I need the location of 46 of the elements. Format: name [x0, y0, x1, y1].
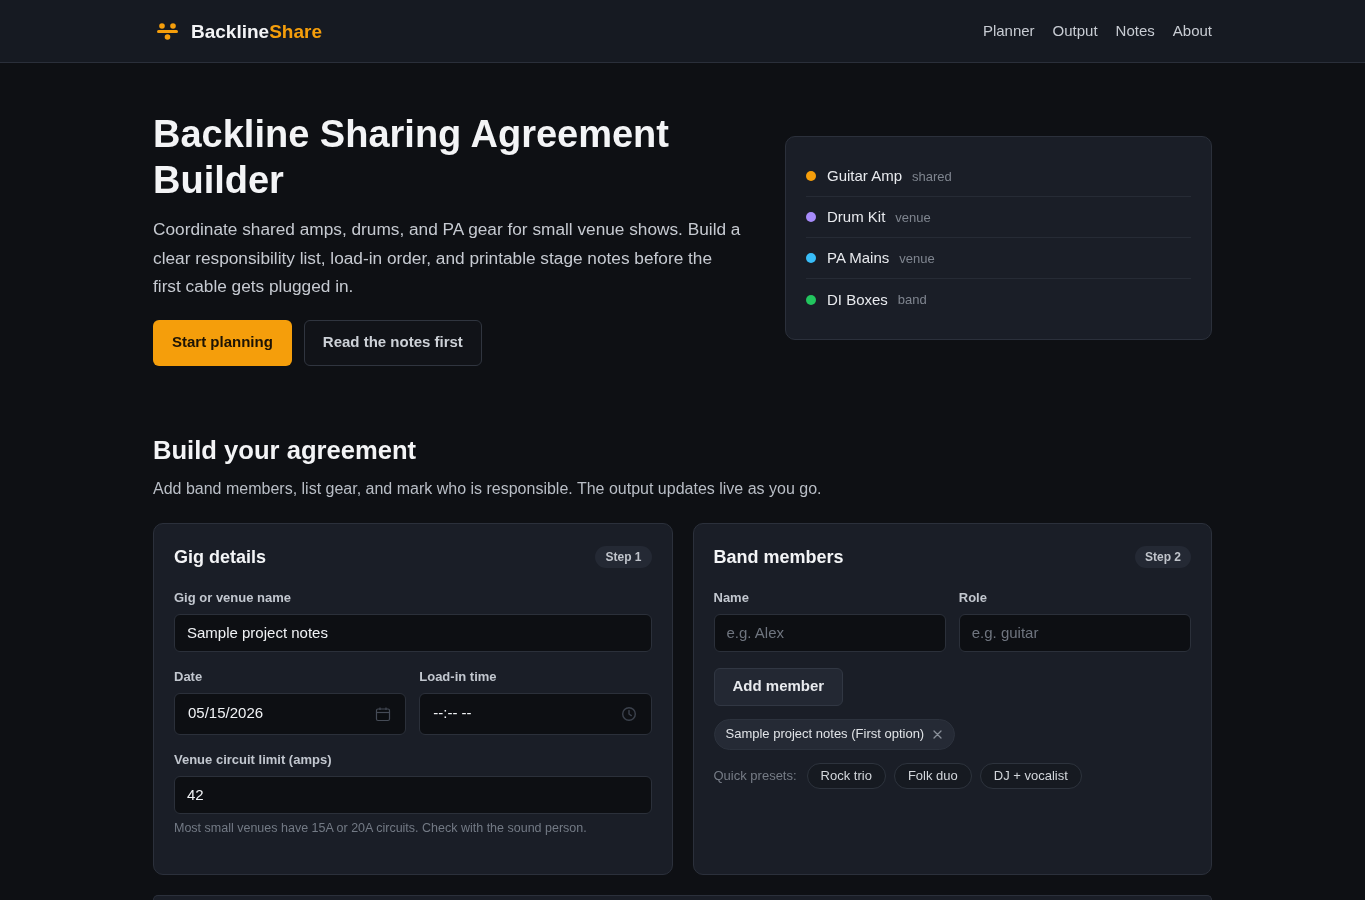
card-title: Band members: [713, 545, 844, 569]
gear-owner: venue: [899, 249, 935, 268]
field-label: Load-in time: [419, 667, 498, 686]
text-field[interactable]: e.g. guitar: [958, 613, 1191, 652]
notes-button[interactable]: Read the notes first: [303, 319, 482, 366]
field-label: Venue circuit limit (amps): [174, 750, 333, 769]
brand-name[interactable]: BacklineShare: [191, 21, 322, 41]
date-field[interactable]: 05/15/2026: [174, 692, 407, 735]
field-label: Gig or venue name: [174, 588, 293, 607]
hero-title: Backline Sharing Agreement Builder: [153, 112, 670, 203]
start-button[interactable]: Start planning: [153, 319, 292, 366]
nav-link[interactable]: Output: [1052, 19, 1098, 43]
gear-owner: shared: [912, 167, 952, 186]
text-field[interactable]: e.g. Alex: [713, 613, 946, 652]
gear-name: DI Boxes: [827, 289, 888, 310]
preset-button[interactable]: Rock trio: [806, 762, 886, 789]
gear-name: PA Mains: [827, 248, 890, 268]
clock-icon[interactable]: [620, 705, 637, 722]
time-field[interactable]: --:-- --: [419, 692, 652, 735]
step-badge: Step 1: [595, 545, 652, 568]
field-label: Name: [713, 588, 750, 607]
nav-link[interactable]: Planner: [982, 19, 1035, 43]
add-member-button[interactable]: Add member: [713, 667, 844, 706]
section-subtitle: Add band members, list gear, and mark who is responsible. The output updates live as you go.: [153, 478, 823, 499]
gear-owner: venue: [895, 208, 931, 227]
nav-link[interactable]: Notes: [1115, 19, 1155, 43]
preset-button[interactable]: Folk duo: [893, 762, 972, 789]
close-icon[interactable]: [933, 729, 943, 739]
calendar-icon[interactable]: [375, 705, 392, 722]
gear-name: Drum Kit: [827, 207, 886, 227]
logo-icon: [157, 22, 178, 40]
number-field[interactable]: 42: [174, 775, 652, 814]
field-hint: Most small venues have 15A or 20A circuits. Check with the sound person.: [174, 819, 588, 837]
gear-owner: band: [897, 291, 927, 309]
nav-link[interactable]: About: [1172, 19, 1212, 43]
step-badge: Step 2: [1135, 545, 1191, 568]
preset-button[interactable]: DJ + vocalist: [979, 762, 1082, 789]
card-title: Gig details: [174, 545, 267, 569]
section-title: Build your agreement: [153, 434, 418, 466]
hero-description: Coordinate shared amps, drums, and PA gear for small venue shows. Build a clear responsibility list, load-in order, and printable stage notes before the first cable gets plugged in.: [153, 218, 742, 298]
member-name: Sample project notes (First option): [725, 725, 925, 744]
field-label: Date: [174, 667, 204, 686]
gear-name: Guitar Amp: [827, 166, 903, 186]
text-field[interactable]: Sample project notes: [174, 613, 652, 652]
presets-label: Quick presets:: [713, 766, 797, 785]
field-label: Role: [958, 588, 988, 607]
